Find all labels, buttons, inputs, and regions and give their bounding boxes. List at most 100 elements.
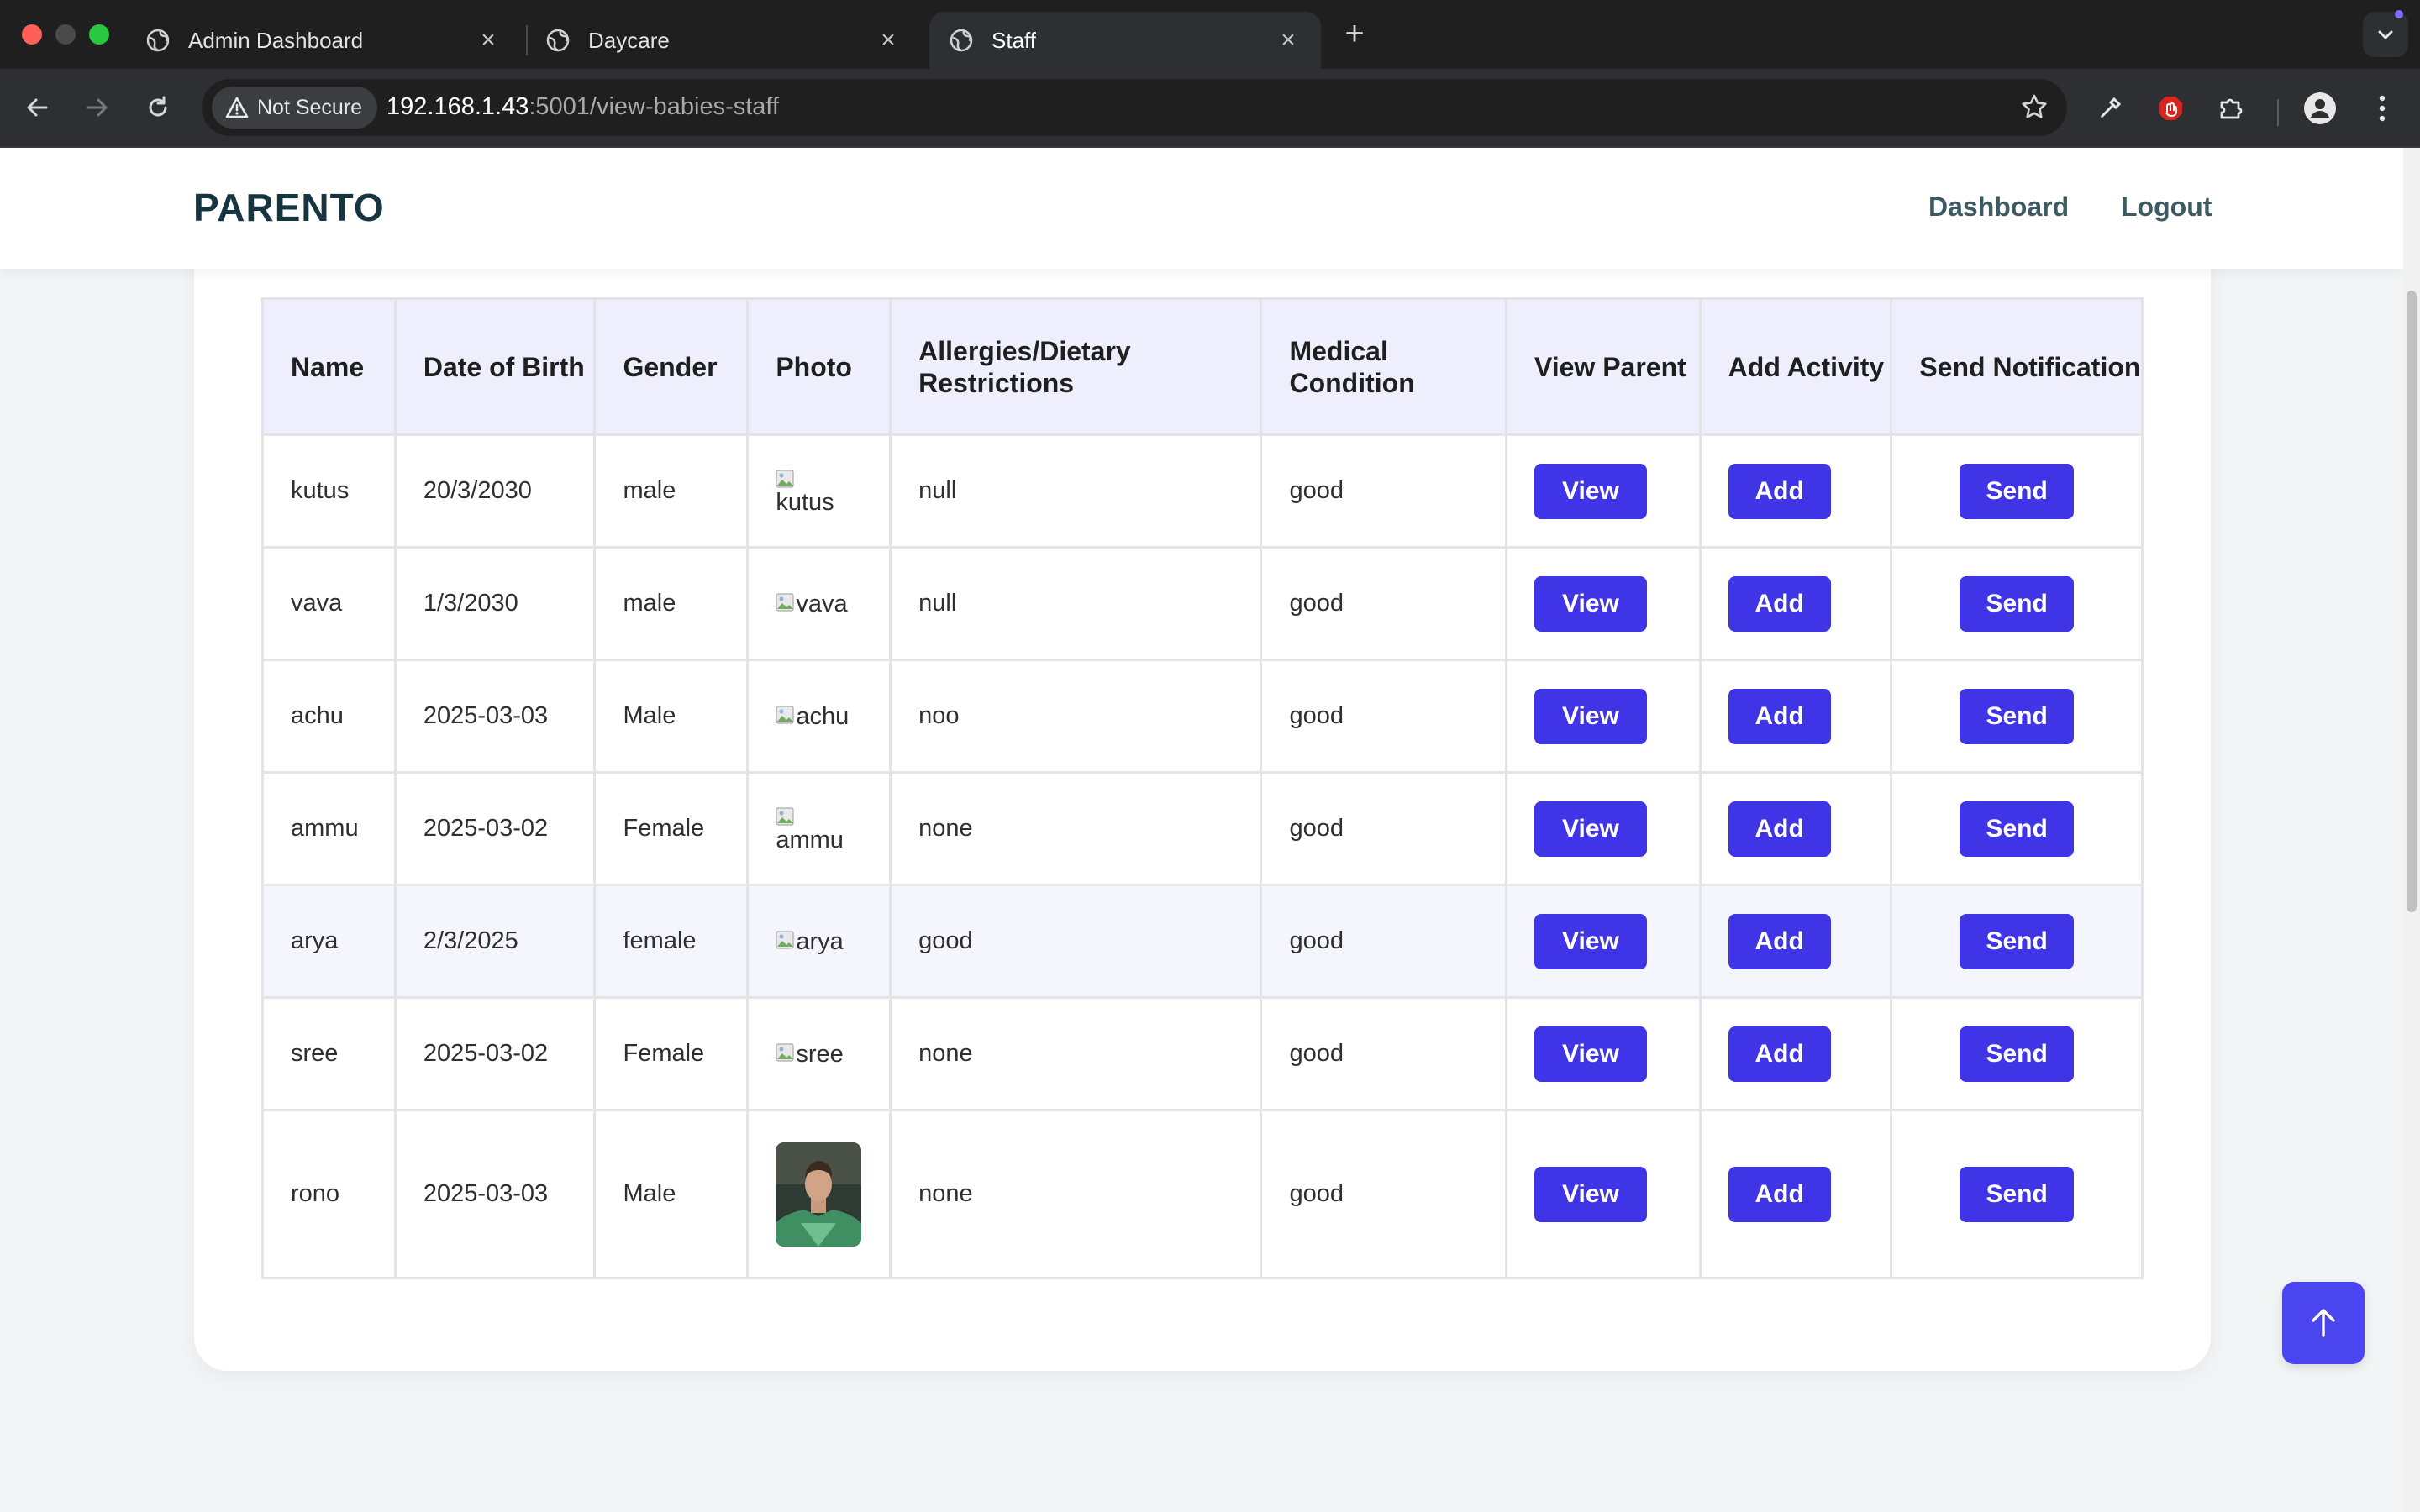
view-parent-button[interactable]: View [1534,688,1647,744]
tab-staff[interactable]: Staff × [929,12,1321,69]
photo-alt-text: ammu [776,826,844,853]
cell-photo: kutus [746,433,892,549]
tab-title: Staff [992,27,1037,53]
table-row: sree 2025-03-02 Female sree none good Vi… [261,996,2144,1111]
column-header-view-parent: View Parent [1504,297,1702,436]
cell-view-parent: View [1504,1109,1702,1279]
babies-table: Name Date of Birth Gender Photo Allergie… [261,297,2144,1279]
column-header-photo: Photo [746,297,892,436]
eyedropper-icon[interactable] [2091,89,2129,128]
cell-send-notification: Send [1890,996,2144,1111]
page-scrollbar[interactable] [2403,148,2420,1512]
adblock-icon[interactable] [2151,89,2190,128]
close-icon[interactable]: × [1276,26,1301,55]
column-header-name: Name [261,297,397,436]
security-indicator[interactable]: Not Secure [212,87,378,129]
cell-send-notification: Send [1890,1109,2144,1279]
send-notification-button[interactable]: Send [1960,1026,2075,1082]
scroll-to-top-button[interactable] [2282,1282,2365,1364]
add-activity-button[interactable]: Add [1728,1166,1831,1222]
puzzle-icon[interactable] [2212,89,2250,128]
table-row: arya 2/3/2025 female arya good good View… [261,884,2144,999]
cell-gender: Female [593,996,750,1111]
url-text[interactable]: 192.168.1.43:5001/view-babies-staff [387,93,779,121]
cell-view-parent: View [1504,546,1702,661]
scrollbar-thumb[interactable] [2407,291,2417,912]
profile-icon[interactable] [2301,89,2339,128]
table-row: rono 2025-03-03 Male none good View Add … [261,1109,2144,1279]
cell-medical: good [1260,996,1507,1111]
add-activity-button[interactable]: Add [1728,575,1831,632]
column-header-add-activity: Add Activity [1698,297,1893,436]
view-parent-button[interactable]: View [1534,1166,1647,1222]
cell-medical: good [1260,659,1507,774]
cell-name: vava [261,546,397,661]
cell-photo: arya [746,884,892,999]
cell-send-notification: Send [1890,433,2144,549]
add-activity-button[interactable]: Add [1728,801,1831,857]
table-header-row: Name Date of Birth Gender Photo Allergie… [261,297,2144,436]
cell-medical: good [1260,433,1507,549]
cell-send-notification: Send [1890,884,2144,999]
cell-dob: 20/3/2030 [393,433,597,549]
window-maximize-button[interactable] [89,24,109,45]
site-header: PARENTO Dashboard Logout [0,148,2403,269]
view-parent-button[interactable]: View [1534,463,1647,519]
send-notification-button[interactable]: Send [1960,575,2075,632]
send-notification-button[interactable]: Send [1960,1166,2075,1222]
close-icon[interactable]: × [476,26,501,55]
tab-title: Daycare [588,27,670,53]
window-close-button[interactable] [22,24,42,45]
send-notification-button[interactable]: Send [1960,463,2075,519]
cell-allergies: none [889,771,1263,886]
send-notification-button[interactable]: Send [1960,801,2075,857]
cell-allergies: null [889,546,1263,661]
send-notification-button[interactable]: Send [1960,913,2075,969]
broken-image-icon [776,706,794,724]
cell-view-parent: View [1504,659,1702,774]
site-logo[interactable]: PARENTO [193,185,385,230]
cell-name: sree [261,996,397,1111]
add-activity-button[interactable]: Add [1728,688,1831,744]
back-arrow-icon[interactable] [17,87,57,128]
cell-add-activity: Add [1698,433,1893,549]
tab-daycare[interactable]: Daycare × [526,12,921,69]
cell-dob: 2025-03-02 [393,771,597,886]
nav-link-logout[interactable]: Logout [2121,192,2212,223]
url-host: 192.168.1.43 [387,93,529,120]
broken-image: vava [776,590,848,618]
security-label: Not Secure [257,95,363,119]
close-icon[interactable]: × [876,26,901,55]
address-bar[interactable]: Not Secure 192.168.1.43:5001/view-babies… [202,79,2067,136]
send-notification-button[interactable]: Send [1960,688,2075,744]
view-parent-button[interactable]: View [1534,801,1647,857]
add-activity-button[interactable]: Add [1728,913,1831,969]
broken-image: ammu [776,804,851,854]
cell-view-parent: View [1504,996,1702,1111]
plus-icon[interactable]: + [1336,15,1373,52]
add-activity-button[interactable]: Add [1728,1026,1831,1082]
cell-dob: 2025-03-03 [393,1109,597,1279]
cell-add-activity: Add [1698,771,1893,886]
cell-gender: Male [593,659,750,774]
star-icon[interactable] [2020,92,2049,125]
view-parent-button[interactable]: View [1534,913,1647,969]
tab-admin-dashboard[interactable]: Admin Dashboard × [126,12,521,69]
column-header-allergies: Allergies/Dietary Restrictions [889,297,1263,436]
chevron-down-icon[interactable] [2363,12,2408,57]
warning-icon [225,97,249,118]
window-minimize-button[interactable] [55,24,76,45]
nav-link-dashboard[interactable]: Dashboard [1928,192,2069,223]
globe-icon [146,29,170,52]
view-parent-button[interactable]: View [1534,575,1647,632]
reload-icon[interactable] [138,87,178,128]
view-parent-button[interactable]: View [1534,1026,1647,1082]
kebab-menu-icon[interactable] [2363,89,2402,128]
add-activity-button[interactable]: Add [1728,463,1831,519]
cell-name: arya [261,884,397,999]
cell-allergies: noo [889,659,1263,774]
cell-gender: Female [593,771,750,886]
forward-arrow-icon[interactable] [77,87,118,128]
broken-image: achu [776,702,849,731]
cell-medical: good [1260,546,1507,661]
